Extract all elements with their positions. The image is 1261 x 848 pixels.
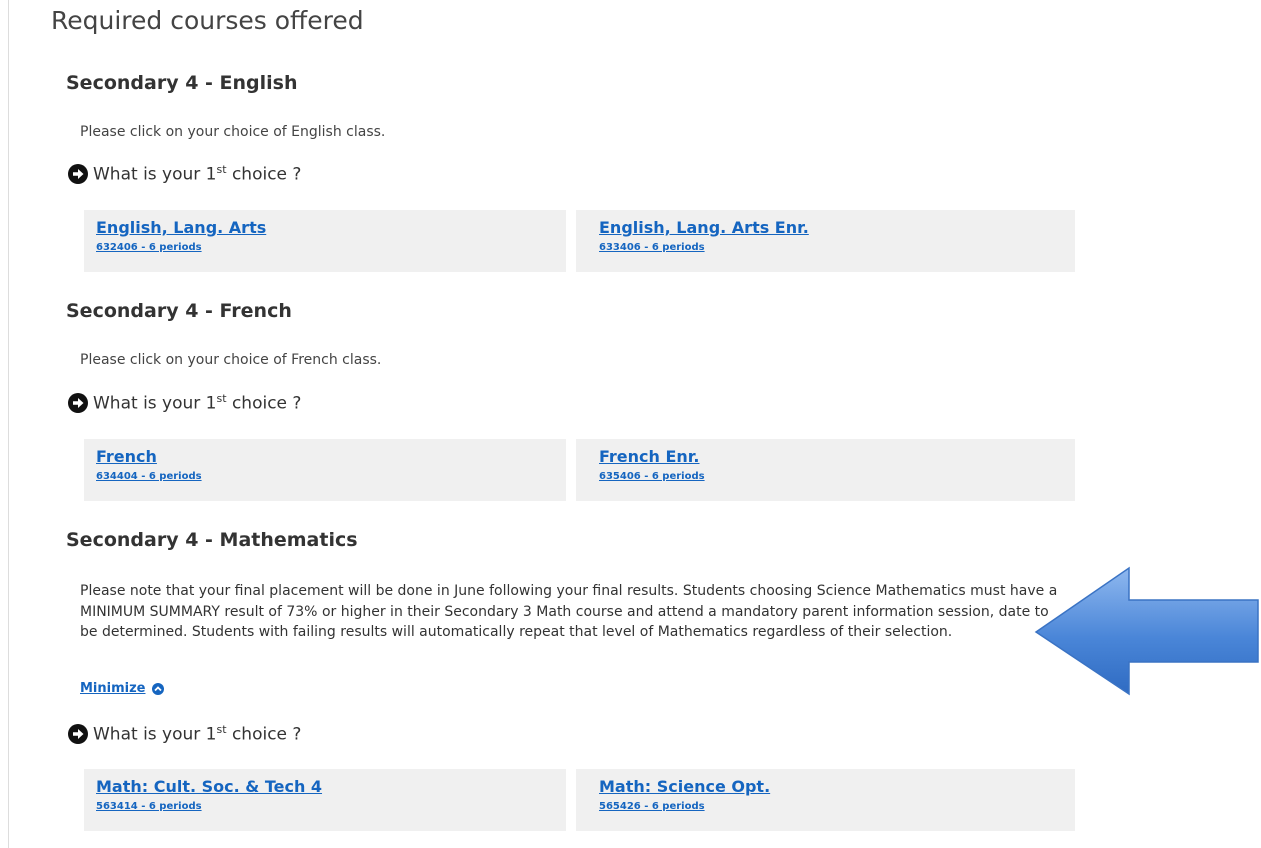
circle-arrow-right-icon (68, 392, 88, 413)
course-code-link[interactable]: 632406 - 6 periods (96, 242, 566, 253)
course-code-link[interactable]: 565426 - 6 periods (599, 801, 1075, 812)
instruction-english: Please click on your choice of English c… (80, 124, 386, 140)
course-card-french-enr[interactable]: French Enr. 635406 - 6 periods (576, 439, 1075, 501)
question-text: What is your 1st choice ? (93, 723, 302, 745)
question-english: What is your 1st choice ? (68, 163, 301, 185)
course-link[interactable]: Math: Cult. Soc. & Tech 4 (96, 777, 566, 797)
question-french: What is your 1st choice ? (68, 392, 301, 414)
mathematics-note: Please note that your final placement wi… (80, 583, 1058, 640)
course-link[interactable]: Math: Science Opt. (599, 777, 1075, 797)
left-border (8, 0, 9, 848)
course-code-link[interactable]: 635406 - 6 periods (599, 471, 1075, 482)
question-mathematics: What is your 1st choice ? (68, 723, 301, 745)
minimize-link[interactable]: Minimize (80, 681, 146, 696)
minimize-toggle[interactable]: Minimize (80, 681, 164, 696)
course-card-french[interactable]: French 634404 - 6 periods (84, 439, 566, 501)
question-text: What is your 1st choice ? (93, 392, 302, 414)
section-title-mathematics: Secondary 4 - Mathematics (66, 529, 358, 551)
course-code-link[interactable]: 634404 - 6 periods (96, 471, 566, 482)
course-card-math-science[interactable]: Math: Science Opt. 565426 - 6 periods (576, 769, 1075, 831)
circle-arrow-right-icon (68, 723, 88, 744)
section-title-english: Secondary 4 - English (66, 72, 298, 94)
question-text: What is your 1st choice ? (93, 163, 302, 185)
chevron-up-circle-icon[interactable] (151, 682, 164, 695)
course-code-link[interactable]: 563414 - 6 periods (96, 801, 566, 812)
course-card-english-lang-arts-enr[interactable]: English, Lang. Arts Enr. 633406 - 6 peri… (576, 210, 1075, 272)
course-card-math-cst[interactable]: Math: Cult. Soc. & Tech 4 563414 - 6 per… (84, 769, 566, 831)
course-link[interactable]: English, Lang. Arts (96, 218, 566, 238)
section-title-french: Secondary 4 - French (66, 300, 292, 322)
circle-arrow-right-icon (68, 163, 88, 184)
course-code-link[interactable]: 633406 - 6 periods (599, 242, 1075, 253)
instruction-french: Please click on your choice of French cl… (80, 352, 382, 368)
course-link[interactable]: English, Lang. Arts Enr. (599, 218, 1075, 238)
page-title: Required courses offered (51, 6, 364, 35)
course-link[interactable]: French (96, 447, 566, 467)
course-card-english-lang-arts[interactable]: English, Lang. Arts 632406 - 6 periods (84, 210, 566, 272)
course-link[interactable]: French Enr. (599, 447, 1075, 467)
left-arrow-callout (1034, 566, 1259, 696)
